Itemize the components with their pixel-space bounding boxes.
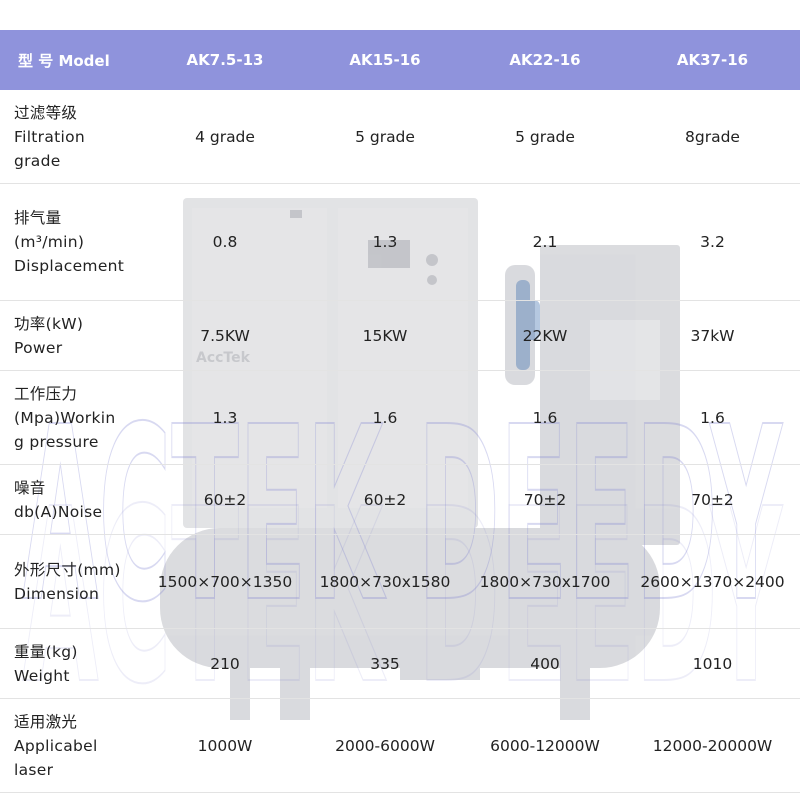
row-label: 噪音 db(A)Noise bbox=[14, 478, 103, 521]
row-value: 2600×1370×2400 bbox=[640, 572, 785, 591]
row-value: 1.3 bbox=[212, 408, 238, 427]
row-value: 1.6 bbox=[532, 408, 558, 427]
row-value: 1800×730x1580 bbox=[319, 572, 451, 591]
row-label: 适用激光 Applicabel laser bbox=[14, 712, 98, 779]
row-value: 60±2 bbox=[363, 490, 407, 509]
table-header: 型 号 Model AK7.5-13 AK15-16 AK22-16 AK37-… bbox=[0, 30, 800, 90]
row-value: 2.1 bbox=[532, 233, 558, 251]
header-model-4: AK37-16 bbox=[676, 51, 749, 69]
table-row-weight: 重量(kg) Weight 210 335 400 1010 bbox=[0, 629, 800, 699]
header-model-label: 型 号 Model bbox=[18, 51, 110, 70]
table-row-noise: 噪音 db(A)Noise 60±2 60±2 70±2 70±2 bbox=[0, 465, 800, 535]
row-value: 70±2 bbox=[523, 490, 567, 509]
row-label: 功率(kW) Power bbox=[14, 314, 84, 357]
row-value: 70±2 bbox=[691, 490, 734, 509]
table-row-pressure: 工作压力 (Mpa)Workin g pressure 1.3 1.6 1.6 … bbox=[0, 371, 800, 465]
row-value: 22KW bbox=[522, 326, 568, 345]
row-value: 4 grade bbox=[195, 127, 255, 146]
row-value: 210 bbox=[210, 654, 240, 673]
spec-table: 型 号 Model AK7.5-13 AK15-16 AK22-16 AK37-… bbox=[0, 0, 800, 800]
header-model-1: AK7.5-13 bbox=[186, 51, 264, 69]
row-value: 1.3 bbox=[372, 233, 398, 251]
row-value: 15KW bbox=[362, 326, 408, 345]
row-value: 335 bbox=[370, 654, 400, 673]
header-model-2: AK15-16 bbox=[349, 51, 421, 69]
header-model-3: AK22-16 bbox=[509, 51, 581, 69]
row-value: 5 grade bbox=[515, 127, 575, 146]
row-value: 6000-12000W bbox=[490, 736, 600, 755]
row-value: 400 bbox=[530, 654, 560, 673]
row-value: 1010 bbox=[692, 654, 733, 673]
row-value: 2000-6000W bbox=[335, 736, 435, 755]
table-row-filtration: 过滤等级 Filtration grade 4 grade 5 grade 5 … bbox=[0, 90, 800, 184]
row-value: 8grade bbox=[685, 127, 740, 146]
table-row-displacement: 排气量 (m³/min) Displacement 0.8 1.3 2.1 3.… bbox=[0, 184, 800, 301]
table-row-power: 功率(kW) Power 7.5KW 15KW 22KW 37kW bbox=[0, 301, 800, 371]
row-value: 1500×700×1350 bbox=[157, 572, 293, 591]
row-value: 3.2 bbox=[700, 233, 725, 251]
row-label: 过滤等级 Filtration grade bbox=[14, 103, 86, 170]
row-value: 7.5KW bbox=[200, 326, 250, 345]
row-label: 重量(kg) Weight bbox=[14, 642, 78, 685]
row-value: 37kW bbox=[690, 326, 735, 345]
row-value: 0.8 bbox=[212, 233, 238, 251]
row-value: 1000W bbox=[197, 736, 253, 755]
table-row-laser: 适用激光 Applicabel laser 1000W 2000-6000W 6… bbox=[0, 699, 800, 793]
row-value: 1800×730x1700 bbox=[479, 572, 611, 591]
row-label: 工作压力 (Mpa)Workin g pressure bbox=[14, 384, 116, 451]
row-value: 60±2 bbox=[203, 490, 247, 509]
row-value: 12000-20000W bbox=[652, 736, 773, 755]
row-value: 1.6 bbox=[700, 408, 725, 427]
table-row-dimension: 外形尺寸(mm) Dimension 1500×700×1350 1800×73… bbox=[0, 535, 800, 629]
row-label: 外形尺寸(mm) Dimension bbox=[14, 560, 121, 603]
row-label: 排气量 (m³/min) Displacement bbox=[14, 209, 125, 275]
row-value: 1.6 bbox=[372, 408, 398, 427]
row-value: 5 grade bbox=[355, 127, 415, 146]
